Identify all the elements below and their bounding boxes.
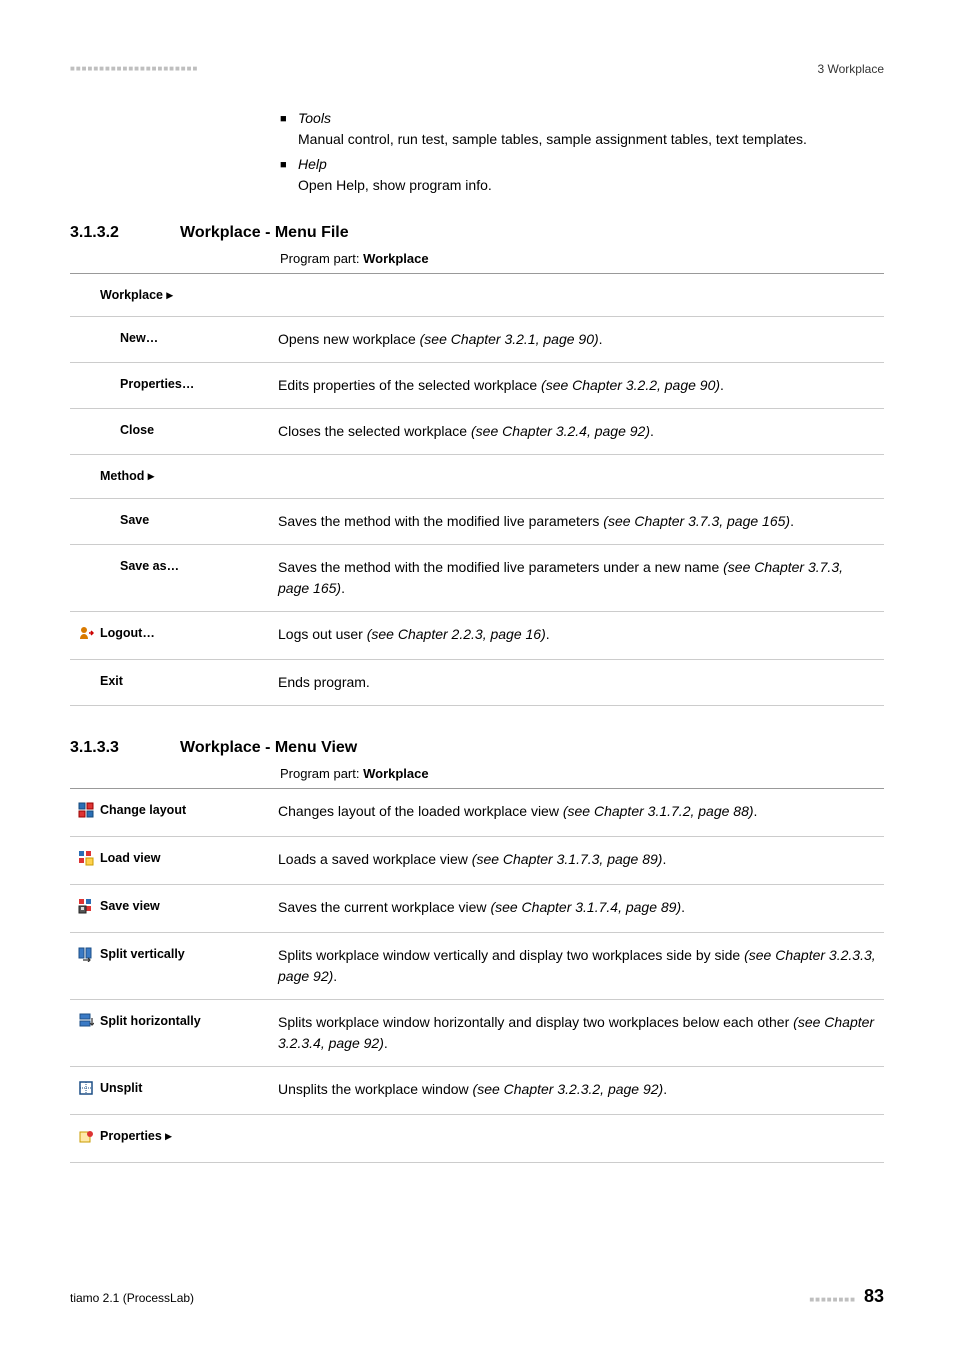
menu-item-label: Save — [70, 499, 270, 545]
table-row: Save viewSaves the current workplace vie… — [70, 884, 884, 932]
menu-item-description: Saves the method with the modified live … — [270, 545, 884, 612]
table-row: UnsplitUnsplits the workplace window (se… — [70, 1067, 884, 1115]
section-heading-file: 3.1.3.2 Workplace - Menu File — [70, 221, 884, 245]
section-heading-view: 3.1.3.3 Workplace - Menu View — [70, 736, 884, 760]
footer-ornament: ■■■■■■■■ — [809, 1294, 856, 1306]
table-row: ExitEnds program. — [70, 660, 884, 706]
save-view-icon — [78, 898, 94, 914]
table-row: SaveSaves the method with the modified l… — [70, 499, 884, 545]
table-row: Save as…Saves the method with the modifi… — [70, 545, 884, 612]
bullet-title: Tools — [298, 108, 884, 129]
menu-item-label: Save as… — [70, 545, 270, 612]
program-part-file: Program part: Workplace — [280, 249, 884, 269]
menu-item-description: Edits properties of the selected workpla… — [270, 363, 884, 409]
section-number: 3.1.3.3 — [70, 736, 180, 760]
menu-item-label: Unsplit — [70, 1067, 270, 1115]
section-number: 3.1.3.2 — [70, 221, 180, 245]
menu-item-description: Opens new workplace (see Chapter 3.2.1, … — [270, 317, 884, 363]
menu-file-table: Workplace ▸New…Opens new workplace (see … — [70, 273, 884, 707]
table-row: Properties…Edits properties of the selec… — [70, 363, 884, 409]
table-row: Method ▸ — [70, 455, 884, 499]
menu-item-description: Loads a saved workplace view (see Chapte… — [270, 836, 884, 884]
menu-item-description: Saves the method with the modified live … — [270, 499, 884, 545]
table-row: CloseCloses the selected workplace (see … — [70, 409, 884, 455]
table-row: New…Opens new workplace (see Chapter 3.2… — [70, 317, 884, 363]
menu-view-table: Change layoutChanges layout of the loade… — [70, 788, 884, 1164]
menu-item-label: Workplace ▸ — [70, 273, 270, 317]
table-row: Load viewLoads a saved workplace view (s… — [70, 836, 884, 884]
page-header: ■■■■■■■■■■■■■■■■■■■■■■ 3 Workplace — [70, 60, 884, 78]
logout-icon — [78, 625, 94, 641]
menu-item-label: Load view — [70, 836, 270, 884]
load-view-icon — [78, 850, 94, 866]
bullet-mark: ■ — [280, 154, 298, 196]
page-footer: tiamo 2.1 (ProcessLab) ■■■■■■■■ 83 — [70, 1283, 884, 1310]
menu-item-description: Logs out user (see Chapter 2.2.3, page 1… — [270, 612, 884, 660]
split-vertical-icon — [78, 946, 94, 962]
header-ornament: ■■■■■■■■■■■■■■■■■■■■■■ — [70, 63, 198, 75]
menu-item-description — [270, 1115, 884, 1163]
properties-icon — [78, 1129, 94, 1145]
split-horizontal-icon — [78, 1013, 94, 1029]
menu-item-label: Properties… — [70, 363, 270, 409]
table-row: Properties ▸ — [70, 1115, 884, 1163]
section-title: Workplace - Menu File — [180, 221, 349, 245]
program-part-view: Program part: Workplace — [280, 764, 884, 784]
section-title: Workplace - Menu View — [180, 736, 357, 760]
menu-item-description: Changes layout of the loaded workplace v… — [270, 788, 884, 836]
menu-item-label: Change layout — [70, 788, 270, 836]
menu-item-label: Save view — [70, 884, 270, 932]
intro-bullets: ■ Tools Manual control, run test, sample… — [280, 108, 884, 196]
menu-item-label: Close — [70, 409, 270, 455]
menu-item-label: Properties ▸ — [70, 1115, 270, 1163]
menu-item-description: Saves the current workplace view (see Ch… — [270, 884, 884, 932]
bullet-text: Open Help, show program info. — [298, 175, 884, 196]
menu-item-label: Logout… — [70, 612, 270, 660]
unsplit-icon — [78, 1080, 94, 1096]
menu-item-label: Method ▸ — [70, 455, 270, 499]
menu-item-label: Split vertically — [70, 933, 270, 1000]
menu-item-description: Splits workplace window horizontally and… — [270, 1000, 884, 1067]
menu-item-label: Exit — [70, 660, 270, 706]
bullet-mark: ■ — [280, 108, 298, 150]
table-row: Workplace ▸ — [70, 273, 884, 317]
change-layout-icon — [78, 802, 94, 818]
menu-item-label: New… — [70, 317, 270, 363]
table-row: Logout…Logs out user (see Chapter 2.2.3,… — [70, 612, 884, 660]
menu-item-label: Split horizontally — [70, 1000, 270, 1067]
menu-item-description — [270, 455, 884, 499]
menu-item-description: Ends program. — [270, 660, 884, 706]
bullet-title: Help — [298, 154, 884, 175]
table-row: Split horizontallySplits workplace windo… — [70, 1000, 884, 1067]
bullet-text: Manual control, run test, sample tables,… — [298, 129, 884, 150]
table-row: Split verticallySplits workplace window … — [70, 933, 884, 1000]
page-number: 83 — [864, 1283, 884, 1310]
menu-item-description: Unsplits the workplace window (see Chapt… — [270, 1067, 884, 1115]
menu-item-description: Splits workplace window vertically and d… — [270, 933, 884, 1000]
menu-item-description: Closes the selected workplace (see Chapt… — [270, 409, 884, 455]
menu-item-description — [270, 273, 884, 317]
table-row: Change layoutChanges layout of the loade… — [70, 788, 884, 836]
footer-product: tiamo 2.1 (ProcessLab) — [70, 1289, 194, 1307]
header-chapter: 3 Workplace — [818, 60, 884, 78]
